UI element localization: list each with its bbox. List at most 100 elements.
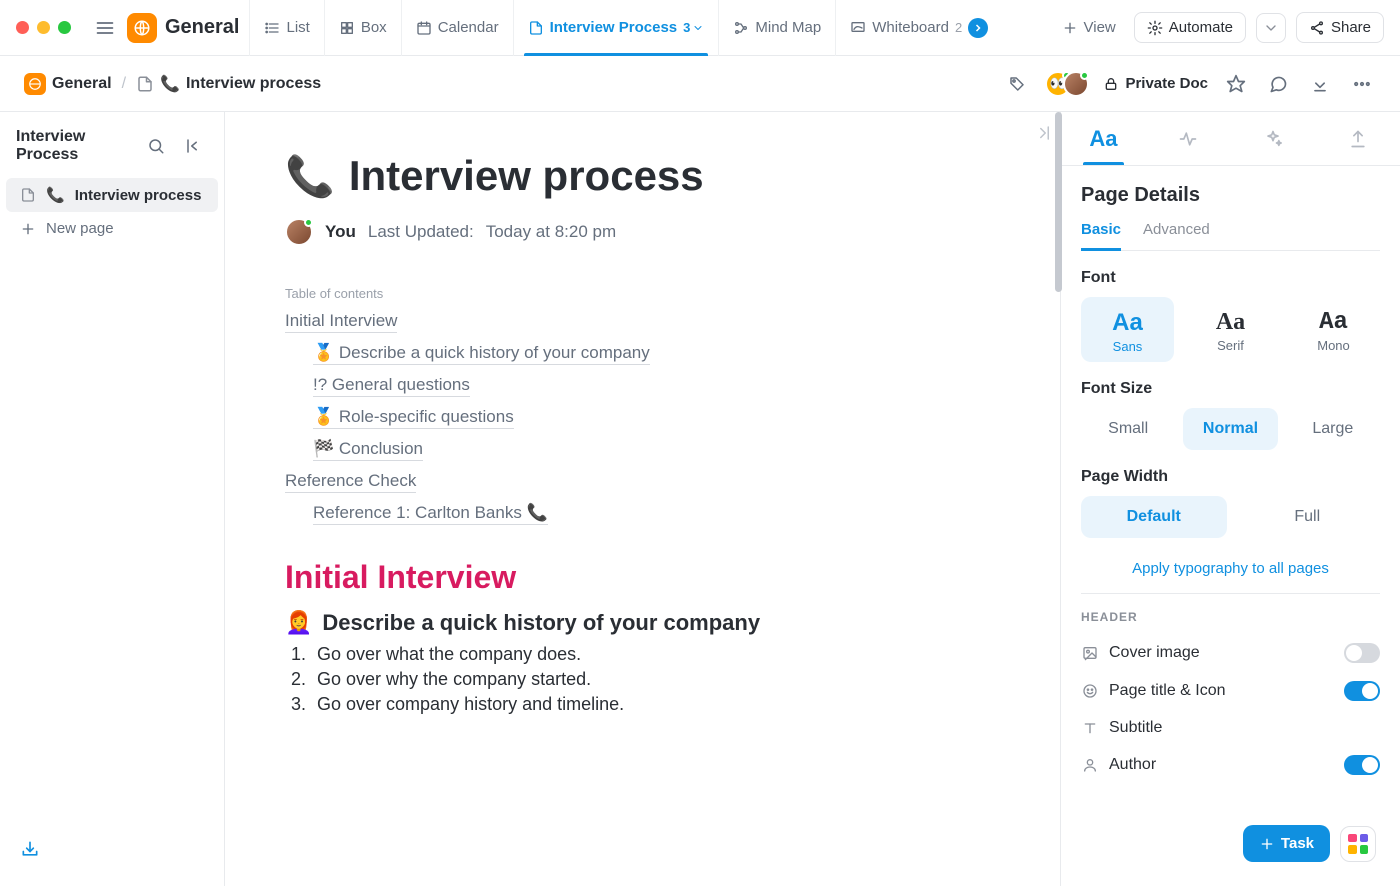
automate-button[interactable]: Automate (1134, 12, 1246, 43)
minimize-window-icon[interactable] (37, 21, 50, 34)
toc-link[interactable]: Reference 1: Carlton Banks 📞 (313, 503, 548, 525)
new-task-button[interactable]: Task (1243, 825, 1330, 862)
maximize-window-icon[interactable] (58, 21, 71, 34)
apply-typography-all[interactable]: Apply typography to all pages (1081, 556, 1380, 594)
inbox-download-icon (20, 839, 40, 859)
rp-tab-export[interactable] (1315, 112, 1400, 165)
tab-box[interactable]: Box (324, 0, 401, 56)
font-label: Mono (1291, 338, 1376, 353)
font-mono[interactable]: Aa Mono (1287, 297, 1380, 362)
rp-tab-typography[interactable]: Aa (1061, 112, 1146, 165)
sidebar-title: Interview Process (16, 128, 142, 164)
font-size-small[interactable]: Small (1081, 408, 1175, 450)
rp-subtabs: Basic Advanced (1081, 221, 1380, 251)
document-canvas[interactable]: 📞 Interview process You Last Updated: To… (225, 112, 1060, 886)
toc-link[interactable]: Initial Interview (285, 311, 397, 333)
font-size-normal[interactable]: Normal (1183, 408, 1277, 450)
cover-image-switch[interactable] (1344, 643, 1380, 663)
more-button[interactable] (1348, 70, 1376, 98)
smile-icon (1081, 683, 1099, 699)
workspace-chip[interactable]: General (127, 13, 239, 43)
font-size-large[interactable]: Large (1286, 408, 1380, 450)
sidebar-item-interview-process[interactable]: 📞 Interview process (6, 178, 218, 212)
close-window-icon[interactable] (16, 21, 29, 34)
menu-toggle[interactable] (91, 14, 119, 42)
search-icon (147, 137, 165, 155)
breadcrumb-page[interactable]: 📞 Interview process (136, 74, 321, 94)
tab-label: List (286, 19, 309, 36)
phone-icon: 📞 (160, 74, 180, 94)
rp-subtab-basic[interactable]: Basic (1081, 221, 1121, 251)
collapse-right-panel[interactable] (1034, 124, 1052, 147)
user-icon (1081, 757, 1099, 773)
heading-initial-interview[interactable]: Initial Interview (285, 559, 1000, 596)
presence-avatars[interactable]: 👀 (1045, 71, 1089, 97)
author-avatar[interactable] (285, 218, 313, 246)
automate-dropdown[interactable] (1256, 13, 1286, 43)
download-button[interactable] (1306, 70, 1334, 98)
sidebar-bottom-action[interactable] (6, 831, 218, 870)
sidebar-item-label: Interview process (75, 187, 202, 204)
tab-interview-process[interactable]: Interview Process 3 (513, 0, 719, 56)
list-item[interactable]: Go over what the company does. (311, 644, 1000, 665)
page-width-default[interactable]: Default (1081, 496, 1227, 538)
page-width-full[interactable]: Full (1235, 496, 1381, 538)
favorite-button[interactable] (1222, 70, 1250, 98)
tab-label: Interview Process (550, 19, 678, 36)
subheading-company-history[interactable]: 👩‍🦰 Describe a quick history of your com… (285, 610, 1000, 636)
list-item[interactable]: Go over company history and timeline. (311, 694, 1000, 715)
tab-count: 3 (683, 20, 704, 35)
pulse-icon (1178, 129, 1198, 149)
new-page-label: New page (46, 220, 114, 237)
tab-calendar[interactable]: Calendar (401, 0, 513, 56)
right-panel-body: Page Details Basic Advanced Font Aa Sans… (1061, 166, 1400, 802)
sidebar-header: Interview Process (6, 128, 218, 178)
doc-access[interactable]: Private Doc (1103, 75, 1208, 92)
right-panel: Aa Page Details Basic Advanced Font Aa (1060, 112, 1400, 886)
author-switch[interactable] (1344, 755, 1380, 775)
mind-map-icon (733, 20, 749, 36)
toc-link[interactable]: !? General questions (313, 375, 470, 397)
breadcrumb-root[interactable]: General (24, 73, 112, 95)
apps-button[interactable] (1340, 826, 1376, 862)
font-sample: Aa (1291, 309, 1376, 336)
top-bar: General List Box Calendar Interview Proc… (0, 0, 1400, 56)
rp-tab-ai[interactable] (1231, 112, 1316, 165)
lock-icon (1103, 76, 1119, 92)
rp-title: Page Details (1081, 184, 1380, 207)
rp-subtab-advanced[interactable]: Advanced (1143, 221, 1210, 250)
title-icon-switch[interactable] (1344, 681, 1380, 701)
avatar (1063, 71, 1089, 97)
list-item[interactable]: Go over why the company started. (311, 669, 1000, 690)
tab-mind-map[interactable]: Mind Map (718, 0, 835, 56)
new-page-button[interactable]: New page (6, 212, 218, 245)
author-label: You (325, 222, 356, 242)
search-button[interactable] (142, 132, 170, 160)
phone-icon: 📞 (285, 153, 335, 200)
tab-whiteboard[interactable]: Whiteboard 2 (835, 0, 1002, 56)
toggle-subtitle: Subtitle (1081, 710, 1380, 746)
font-serif[interactable]: Aa Serif (1184, 297, 1277, 362)
collapse-sidebar-button[interactable] (180, 132, 208, 160)
tag-button[interactable] (1003, 70, 1031, 98)
toc-link[interactable]: 🏁 Conclusion (313, 439, 423, 461)
comments-button[interactable] (1264, 70, 1292, 98)
document-byline: You Last Updated: Today at 8:20 pm (285, 218, 1000, 246)
rp-tab-activity[interactable] (1146, 112, 1231, 165)
toc-link[interactable]: 🏅 Role-specific questions (313, 407, 514, 429)
button-label: View (1084, 19, 1116, 36)
comment-icon (1268, 74, 1288, 94)
toc-link[interactable]: Reference Check (285, 471, 416, 493)
button-label: Task (1281, 835, 1314, 852)
share-button[interactable]: Share (1296, 12, 1384, 43)
toggle-label: Subtitle (1109, 719, 1162, 737)
add-view-button[interactable]: View (1054, 14, 1124, 41)
tab-list[interactable]: List (249, 0, 323, 56)
box-icon (339, 20, 355, 36)
last-updated-value: Today at 8:20 pm (486, 222, 616, 242)
document-title[interactable]: 📞 Interview process (285, 152, 1000, 200)
next-tabs-icon[interactable] (968, 18, 988, 38)
company-history-list[interactable]: Go over what the company does. Go over w… (285, 644, 1000, 715)
font-sans[interactable]: Aa Sans (1081, 297, 1174, 362)
toc-link[interactable]: 🏅 Describe a quick history of your compa… (313, 343, 650, 365)
